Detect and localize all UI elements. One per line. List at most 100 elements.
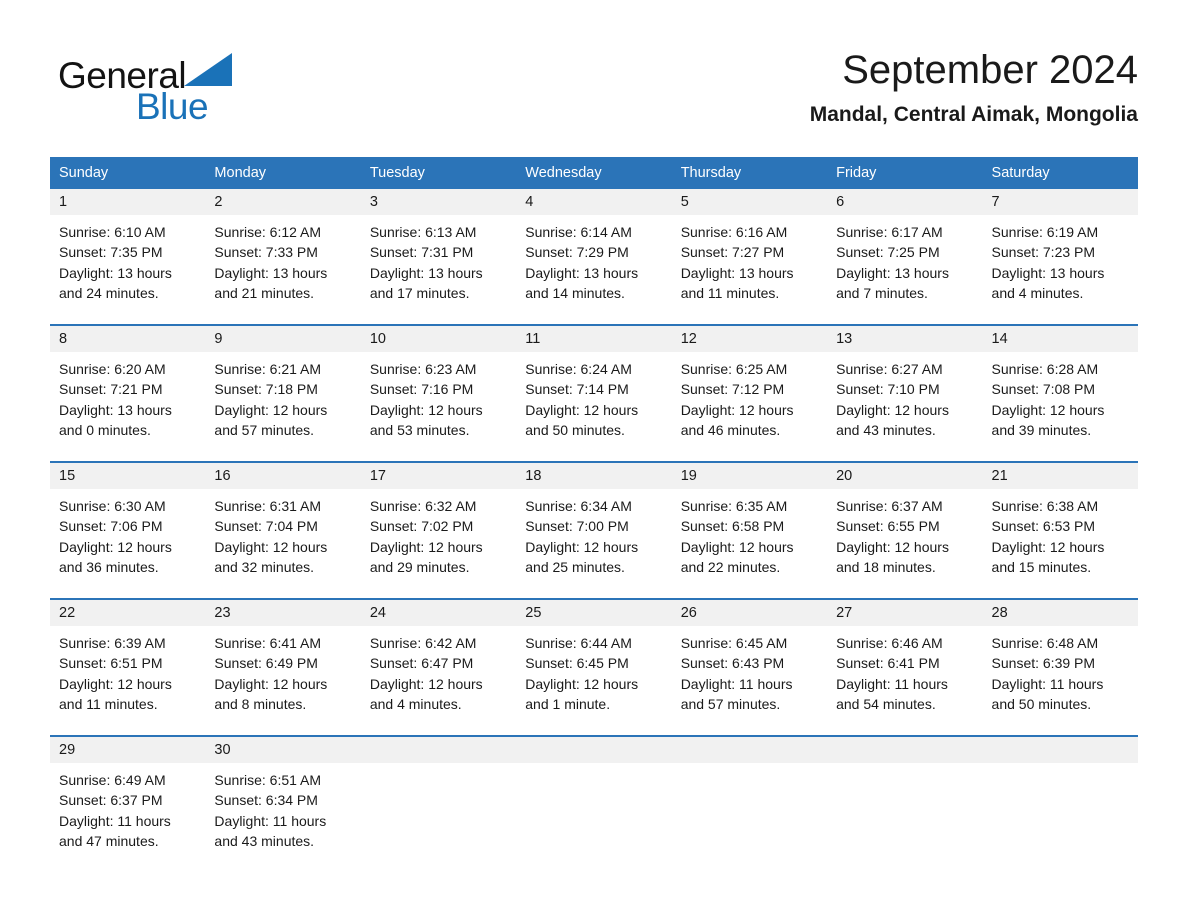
calendar-grid: Sunday Monday Tuesday Wednesday Thursday Frid… — [50, 157, 1138, 863]
daylight-text: and 32 minutes. — [214, 558, 315, 575]
day-number-band: 12 — [671, 326, 828, 352]
day-number-band: 8 — [50, 326, 206, 352]
day-number-band: 22 — [50, 600, 206, 626]
sunset-text: Sunset: 6:39 PM — [991, 655, 1096, 672]
calendar-day-cell[interactable]: 27 Sunrise: 6:46 AM Sunset: 6:41 PM Dayligh… — [827, 600, 983, 728]
sunrise-text: Sunrise: 6:16 AM — [680, 224, 788, 240]
calendar-day-cell[interactable]: 5 Sunrise: 6:16 AM Sunset: 7:27 PM Daylight… — [671, 189, 828, 317]
sunset-text: Sunset: 6:34 PM — [214, 792, 318, 809]
day-details: Sunrise: 6:24 AM Sunset: 7:14 PM Daylight:… — [516, 352, 671, 440]
daylight-text: Daylight: 12 hours — [214, 401, 328, 418]
day-details: Sunrise: 6:41 AM Sunset: 6:49 PM Daylight:… — [205, 626, 360, 714]
daylight-text: Daylight: 13 hours — [59, 401, 172, 418]
day-number: 27 — [836, 605, 853, 621]
calendar-day-cell[interactable]: 6 Sunrise: 6:17 AM Sunset: 7:25 PM Daylight… — [827, 189, 983, 317]
calendar-day-cell[interactable]: 25 Sunrise: 6:44 AM Sunset: 6:45 PM Dayligh… — [516, 600, 672, 728]
calendar-day-cell[interactable]: 30 Sunrise: 6:51 AM Sunset: 6:34 PM Dayligh… — [205, 737, 361, 863]
calendar-day-cell[interactable]: 2 Sunrise: 6:12 AM Sunset: 7:33 PM Daylight… — [205, 189, 361, 317]
logo-top-line: General — [58, 53, 378, 96]
calendar-day-cell[interactable]: 10 Sunrise: 6:23 AM Sunset: 7:16 PM Dayligh… — [360, 326, 517, 454]
day-number-band: 16 — [205, 463, 361, 489]
daylight-text: Daylight: 12 hours — [59, 675, 172, 692]
day-number: 26 — [680, 605, 697, 621]
daylight-text: and 8 minutes. — [214, 695, 307, 712]
daylight-text: Daylight: 12 hours — [836, 538, 949, 555]
day-details: Sunrise: 6:23 AM Sunset: 7:16 PM Daylight:… — [361, 352, 516, 440]
sunrise-text: Sunrise: 6:24 AM — [525, 361, 632, 377]
day-details: Sunrise: 6:10 AM Sunset: 7:35 PM Daylight:… — [50, 215, 205, 303]
day-details: Sunrise: 6:38 AM Sunset: 6:53 PM Daylight:… — [983, 489, 1138, 577]
calendar-day-cell[interactable]: 14 Sunrise: 6:28 AM Sunset: 7:08 PM Dayligh… — [982, 326, 1138, 454]
sunset-text: Sunset: 7:16 PM — [369, 381, 474, 398]
calendar-day-cell[interactable]: 8 Sunrise: 6:20 AM Sunset: 7:21 PM Daylight… — [50, 326, 206, 454]
calendar-day-cell[interactable]: 28 Sunrise: 6:48 AM Sunset: 6:39 PM Dayligh… — [982, 600, 1138, 728]
calendar-day-cell-empty — [516, 737, 672, 863]
day-number-band: 30 — [205, 737, 361, 763]
calendar-day-cell[interactable]: 4 Sunrise: 6:14 AM Sunset: 7:29 PM Daylight… — [516, 189, 672, 317]
daylight-text: and 17 minutes. — [369, 284, 470, 301]
calendar-week-row: 15 Sunrise: 6:30 AM Sunset: 7:06 PM Dayligh… — [50, 461, 1138, 591]
sunrise-text: Sunrise: 6:46 AM — [836, 635, 943, 651]
sunrise-text: Sunrise: 6:34 AM — [525, 498, 632, 514]
daylight-text: and 18 minutes. — [836, 558, 936, 575]
day-number: 2 — [214, 194, 223, 210]
day-details: Sunrise: 6:19 AM Sunset: 7:23 PM Daylight:… — [983, 215, 1138, 303]
day-number-band: 6 — [827, 189, 983, 215]
day-number: 10 — [369, 331, 386, 347]
sunset-text: Sunset: 7:10 PM — [836, 381, 940, 398]
sunrise-text: Sunrise: 6:12 AM — [214, 224, 322, 240]
calendar-day-cell[interactable]: 29 Sunrise: 6:49 AM Sunset: 6:37 PM Dayligh… — [50, 737, 206, 863]
calendar-day-cell[interactable]: 20 Sunrise: 6:37 AM Sunset: 6:55 PM Dayligh… — [827, 463, 983, 591]
weekday-header-tuesday: Tuesday — [369, 165, 425, 181]
calendar-day-cell[interactable]: 24 Sunrise: 6:42 AM Sunset: 6:47 PM Dayligh… — [360, 600, 517, 728]
calendar-day-cell[interactable]: 3 Sunrise: 6:13 AM Sunset: 7:31 PM Daylight… — [360, 189, 517, 317]
calendar-day-cell[interactable]: 7 Sunrise: 6:19 AM Sunset: 7:23 PM Daylight… — [982, 189, 1138, 317]
day-number-band — [516, 737, 672, 763]
day-details: Sunrise: 6:32 AM Sunset: 7:02 PM Daylight:… — [361, 489, 516, 577]
calendar-day-cell[interactable]: 23 Sunrise: 6:41 AM Sunset: 6:49 PM Dayligh… — [205, 600, 361, 728]
general-blue-logo[interactable]: General Blue — [58, 53, 378, 134]
day-number: 24 — [369, 605, 386, 621]
calendar-day-cell[interactable]: 17 Sunrise: 6:32 AM Sunset: 7:02 PM Dayligh… — [360, 463, 517, 591]
day-number-band: 25 — [516, 600, 672, 626]
calendar-day-cell-empty — [360, 737, 517, 863]
calendar-day-cell[interactable]: 15 Sunrise: 6:30 AM Sunset: 7:06 PM Dayligh… — [50, 463, 206, 591]
day-number-band: 20 — [827, 463, 983, 489]
day-details: Sunrise: 6:12 AM Sunset: 7:33 PM Daylight:… — [205, 215, 360, 303]
calendar-day-cell[interactable]: 26 Sunrise: 6:45 AM Sunset: 6:43 PM Dayligh… — [671, 600, 828, 728]
sunset-text: Sunset: 6:49 PM — [214, 655, 318, 672]
calendar-day-cell[interactable]: 22 Sunrise: 6:39 AM Sunset: 6:51 PM Dayligh… — [50, 600, 206, 728]
calendar-day-cell[interactable]: 1 Sunrise: 6:10 AM Sunset: 7:35 PM Daylight… — [50, 189, 206, 317]
day-number: 29 — [59, 742, 76, 758]
daylight-text: Daylight: 11 hours — [680, 675, 793, 692]
daylight-text: Daylight: 12 hours — [59, 538, 172, 555]
day-number: 4 — [525, 194, 534, 210]
sunrise-text: Sunrise: 6:37 AM — [836, 498, 943, 514]
day-number: 18 — [525, 468, 542, 484]
day-details — [516, 763, 671, 770]
day-number: 3 — [369, 194, 378, 210]
weekday-header-thursday: Thursday — [680, 165, 742, 181]
calendar-day-cell[interactable]: 13 Sunrise: 6:27 AM Sunset: 7:10 PM Dayligh… — [827, 326, 983, 454]
title-block: September 2024 Mandal, Central Aimak, Mo… — [810, 44, 1138, 128]
calendar-week-row: 8 Sunrise: 6:20 AM Sunset: 7:21 PM Daylight… — [50, 324, 1138, 454]
location-subtitle: Mandal, Central Aimak, Mongolia — [809, 103, 1138, 126]
day-details: Sunrise: 6:51 AM Sunset: 6:34 PM Daylight:… — [205, 763, 360, 851]
day-number: 12 — [680, 331, 697, 347]
calendar-day-cell[interactable]: 21 Sunrise: 6:38 AM Sunset: 6:53 PM Dayligh… — [982, 463, 1138, 591]
calendar-day-cell[interactable]: 9 Sunrise: 6:21 AM Sunset: 7:18 PM Daylight… — [205, 326, 361, 454]
calendar-day-cell[interactable]: 11 Sunrise: 6:24 AM Sunset: 7:14 PM Dayligh… — [516, 326, 672, 454]
daylight-text: and 43 minutes. — [836, 421, 936, 438]
daylight-text: and 14 minutes. — [525, 284, 625, 301]
calendar-day-cell[interactable]: 18 Sunrise: 6:34 AM Sunset: 7:00 PM Dayligh… — [516, 463, 672, 591]
calendar-day-cell[interactable]: 16 Sunrise: 6:31 AM Sunset: 7:04 PM Dayligh… — [205, 463, 361, 591]
day-number-band: 26 — [671, 600, 828, 626]
daylight-text: and 46 minutes. — [680, 421, 781, 438]
day-number: 30 — [214, 742, 231, 758]
calendar-day-cell[interactable]: 12 Sunrise: 6:25 AM Sunset: 7:12 PM Dayligh… — [671, 326, 828, 454]
day-number: 20 — [836, 468, 853, 484]
day-details: Sunrise: 6:42 AM Sunset: 6:47 PM Daylight:… — [361, 626, 516, 714]
daylight-text: and 53 minutes. — [369, 421, 470, 438]
day-details: Sunrise: 6:46 AM Sunset: 6:41 PM Daylight:… — [827, 626, 982, 714]
calendar-day-cell[interactable]: 19 Sunrise: 6:35 AM Sunset: 6:58 PM Dayligh… — [671, 463, 828, 591]
